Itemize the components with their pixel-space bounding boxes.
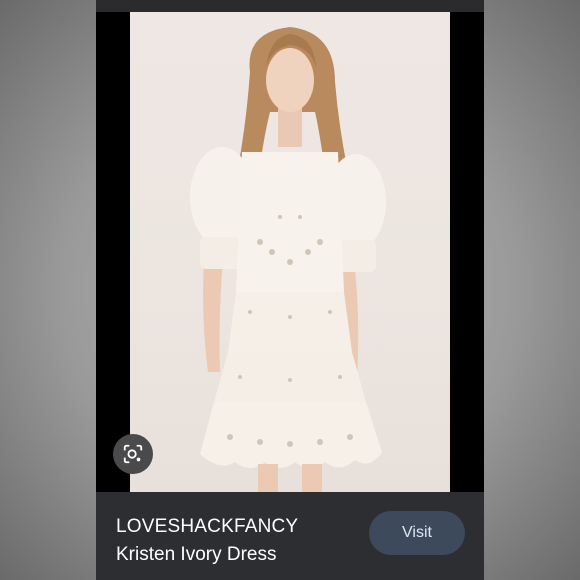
product-title[interactable]: Kristen Ivory Dress — [116, 544, 276, 566]
dress-model-illustration — [190, 27, 386, 492]
card-top-strip — [96, 0, 484, 12]
product-photo[interactable] — [130, 12, 450, 492]
image-result-card: LOVESHACKFANCY Kristen Ivory Dress Visit — [96, 0, 484, 580]
result-info-bar: LOVESHACKFANCY Kristen Ivory Dress Visit — [96, 492, 484, 580]
brand-name: LOVESHACKFANCY — [116, 516, 299, 537]
lens-search-button[interactable] — [113, 434, 153, 474]
lens-search-icon — [123, 444, 143, 464]
visit-button[interactable]: Visit — [369, 511, 465, 555]
